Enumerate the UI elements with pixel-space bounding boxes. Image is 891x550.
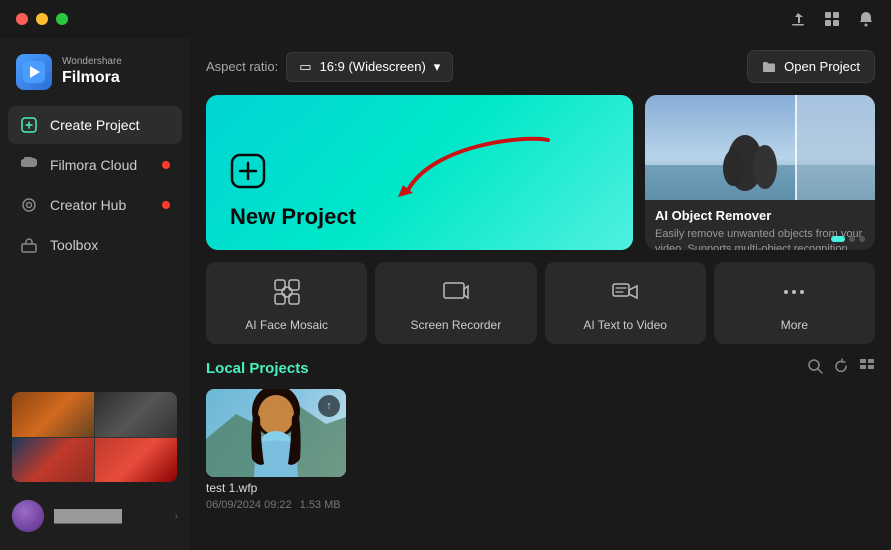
app-logo-icon — [16, 54, 52, 90]
more-label: More — [781, 318, 808, 332]
grid-icon[interactable] — [823, 10, 841, 28]
sidebar-logo: Wondershare Filmora — [0, 46, 190, 106]
upload-icon[interactable] — [789, 10, 807, 28]
sidebar-label-cloud: Filmora Cloud — [50, 157, 137, 173]
more-icon — [776, 274, 812, 310]
project-thumbnail: ↑ — [206, 389, 346, 477]
open-project-label: Open Project — [784, 59, 860, 74]
ai-promo-text: AI Object Remover Easily remove unwanted… — [645, 200, 875, 250]
project-meta: 06/09/2024 09:22 1.53 MB — [206, 499, 346, 511]
traffic-lights — [16, 13, 68, 25]
local-projects-actions — [807, 358, 875, 379]
project-grid: ↑ test 1.wfp 06/09/2024 09:22 1.53 MB — [206, 389, 875, 511]
new-project-label: New Project — [230, 204, 609, 230]
title-bar — [0, 0, 891, 38]
notification-icon[interactable] — [857, 10, 875, 28]
sidebar-item-create-project[interactable]: Create Project — [8, 106, 182, 144]
local-projects-title: Local Projects — [206, 360, 309, 377]
local-projects-section: Local Projects — [206, 358, 875, 511]
tool-ai-face-mosaic[interactable]: AI Face Mosaic — [206, 262, 367, 344]
dot-3 — [859, 236, 865, 242]
sidebar-label-toolbox: Toolbox — [50, 237, 98, 253]
folder-icon — [762, 60, 776, 74]
quick-tools: AI Face Mosaic Screen Recorder — [206, 262, 875, 344]
dot-1 — [831, 236, 845, 242]
filmora-cloud-icon — [20, 156, 38, 174]
main-layout: Wondershare Filmora Create Project — [0, 38, 891, 550]
ai-face-mosaic-label: AI Face Mosaic — [245, 318, 328, 332]
aspect-ratio-value: 16:9 (Widescreen) — [320, 59, 426, 74]
project-size: 1.53 MB — [300, 499, 341, 511]
aspect-ratio-select[interactable]: ▭ 16:9 (Widescreen) ▾ — [286, 52, 453, 82]
project-name: test 1.wfp — [206, 481, 346, 495]
sidebar-item-creator-hub[interactable]: Creator Hub — [8, 186, 182, 224]
creator-hub-icon — [20, 196, 38, 214]
local-projects-header: Local Projects — [206, 358, 875, 379]
maximize-button[interactable] — [56, 13, 68, 25]
sidebar-label-creator: Creator Hub — [50, 197, 126, 213]
ai-promo-title: AI Object Remover — [655, 208, 865, 223]
ai-promo-image — [645, 95, 875, 200]
sidebar-thumbnails — [0, 384, 190, 490]
carousel-dots — [831, 236, 865, 242]
hero-section: New Project — [206, 95, 875, 250]
close-button[interactable] — [16, 13, 28, 25]
create-project-icon — [20, 116, 38, 134]
open-project-button[interactable]: Open Project — [747, 50, 875, 83]
dot-2 — [849, 236, 855, 242]
chevron-right-icon: › — [175, 511, 178, 522]
ai-face-mosaic-icon — [269, 274, 305, 310]
new-project-icon — [230, 153, 609, 196]
ai-text-to-video-icon — [607, 274, 643, 310]
content-area: Aspect ratio: ▭ 16:9 (Widescreen) ▾ Open… — [190, 38, 891, 550]
creator-badge — [162, 201, 170, 209]
screen-recorder-label: Screen Recorder — [411, 318, 502, 332]
cloud-badge — [162, 161, 170, 169]
ai-promo-card[interactable]: AI Object Remover Easily remove unwanted… — [645, 95, 875, 250]
title-bar-icons — [789, 10, 875, 28]
avatar — [12, 500, 44, 532]
chevron-down-icon: ▾ — [434, 59, 441, 75]
sidebar-label-create: Create Project — [50, 117, 139, 133]
screen-recorder-icon — [438, 274, 474, 310]
user-name: ████████ — [54, 509, 165, 523]
sidebar-nav: Create Project Filmora Cloud — [0, 106, 190, 264]
brand-name: Wondershare — [62, 56, 122, 68]
app-name-text: Wondershare Filmora — [62, 56, 122, 87]
sidebar-item-filmora-cloud[interactable]: Filmora Cloud — [8, 146, 182, 184]
tool-more[interactable]: More — [714, 262, 875, 344]
tool-screen-recorder[interactable]: Screen Recorder — [375, 262, 536, 344]
ai-text-to-video-label: AI Text to Video — [583, 318, 667, 332]
sidebar: Wondershare Filmora Create Project — [0, 38, 190, 550]
view-toggle-icon[interactable] — [859, 358, 875, 379]
project-date: 06/09/2024 09:22 — [206, 499, 292, 511]
sidebar-user[interactable]: ████████ › — [0, 490, 190, 542]
aspect-ratio-control: Aspect ratio: ▭ 16:9 (Widescreen) ▾ — [206, 52, 453, 82]
sidebar-thumb-1 — [12, 392, 177, 482]
sidebar-item-toolbox[interactable]: Toolbox — [8, 226, 182, 264]
top-bar: Aspect ratio: ▭ 16:9 (Widescreen) ▾ Open… — [206, 50, 875, 83]
minimize-button[interactable] — [36, 13, 48, 25]
aspect-ratio-label: Aspect ratio: — [206, 59, 278, 74]
toolbox-icon — [20, 236, 38, 254]
sidebar-bottom: ████████ › — [0, 264, 190, 542]
upload-overlay-icon: ↑ — [318, 395, 340, 417]
search-icon[interactable] — [807, 358, 823, 379]
aspect-ratio-icon: ▭ — [299, 59, 311, 75]
tool-ai-text-to-video[interactable]: AI Text to Video — [545, 262, 706, 344]
refresh-icon[interactable] — [833, 358, 849, 379]
project-card[interactable]: ↑ test 1.wfp 06/09/2024 09:22 1.53 MB — [206, 389, 346, 511]
product-name: Filmora — [62, 68, 122, 87]
new-project-card[interactable]: New Project — [206, 95, 633, 250]
